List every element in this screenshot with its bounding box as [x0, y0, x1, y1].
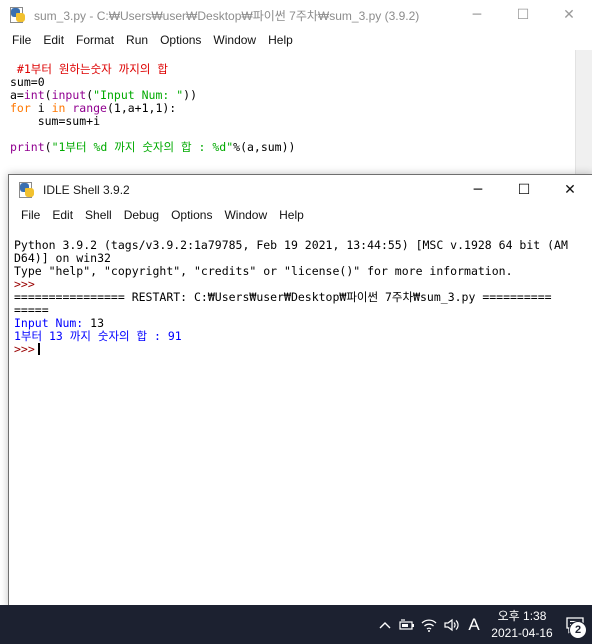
menu-options[interactable]: Options: [154, 30, 207, 50]
menu-format[interactable]: Format: [70, 30, 120, 50]
shell-window-controls: ─ ☐ ✕: [455, 175, 592, 205]
code-text: %(a,sum)): [233, 140, 296, 154]
clock[interactable]: 오후 1:38 2021-04-16: [486, 608, 558, 642]
minimize-button[interactable]: ─: [454, 0, 500, 30]
shell-line: 1부터 13 까지 숫자의 합 : 91: [14, 330, 592, 343]
clock-time: 오후 1:38: [497, 608, 547, 623]
shell-banner: Type "help", "copyright", "credits" or "…: [14, 264, 513, 278]
shell-output[interactable]: Python 3.9.2 (tags/v3.9.2:1a79785, Feb 1…: [9, 226, 592, 606]
code-line: print("1부터 %d 까지 숫자의 합 : %d"%(a,sum)): [0, 141, 576, 154]
menu-help[interactable]: Help: [262, 30, 299, 50]
shell-prompt: >>>: [14, 277, 35, 291]
shell-banner: Python 3.9.2 (tags/v3.9.2:1a79785, Feb 1…: [14, 238, 568, 252]
code-text: (: [44, 88, 52, 102]
maximize-button[interactable]: ☐: [501, 175, 547, 205]
notification-count-badge: 2: [569, 621, 587, 639]
menu-window[interactable]: Window: [207, 30, 262, 50]
wifi-icon[interactable]: [418, 605, 440, 644]
code-builtin: input: [51, 88, 87, 102]
menu-file[interactable]: File: [6, 30, 37, 50]
code-builtin: int: [23, 88, 45, 102]
code-line: sum=sum+i: [0, 115, 576, 128]
result-output: 1부터 13 까지 숫자의 합 : 91: [14, 329, 182, 343]
editor-window: sum_3.py - C:₩Users₩user₩Desktop₩파이썬 7주차…: [0, 0, 592, 200]
editor-titlebar[interactable]: sum_3.py - C:₩Users₩user₩Desktop₩파이썬 7주차…: [0, 0, 592, 30]
volume-icon[interactable]: [440, 605, 462, 644]
code-text: )): [183, 88, 198, 102]
chevron-up-icon[interactable]: [374, 605, 396, 644]
code-string: "Input Num: ": [93, 88, 184, 102]
menu-edit[interactable]: Edit: [46, 205, 79, 225]
shell-line: >>>: [14, 343, 592, 356]
editor-title: sum_3.py - C:₩Users₩user₩Desktop₩파이썬 7주차…: [34, 8, 420, 23]
code-text: (1,a+1,1):: [106, 101, 177, 115]
clock-date: 2021-04-16: [491, 625, 553, 640]
idle-shell-icon: [19, 182, 35, 198]
code-builtin: print: [10, 140, 45, 154]
close-button[interactable]: ✕: [546, 0, 592, 30]
maximize-button[interactable]: ☐: [500, 0, 546, 30]
shell-window: IDLE Shell 3.9.2 ─ ☐ ✕ File Edit Shell D…: [8, 174, 592, 607]
editor-window-controls: ─ ☐ ✕: [454, 0, 592, 30]
system-tray: A 오후 1:38 2021-04-16 2: [374, 605, 592, 644]
code-keyword: in: [51, 101, 66, 115]
code-line: #1부터 원하는숫자 까지의 합: [0, 63, 576, 76]
shell-prompt: >>>: [14, 342, 35, 356]
shell-titlebar[interactable]: IDLE Shell 3.9.2 ─ ☐ ✕: [9, 175, 592, 205]
input-prompt-text: Input Num:: [14, 316, 91, 330]
code-text: (: [44, 140, 52, 154]
menu-options[interactable]: Options: [165, 205, 218, 225]
editor-menubar: File Edit Format Run Options Window Help: [0, 30, 592, 50]
code-string: "1부터 %d 까지 숫자의 합 : %d": [51, 140, 234, 154]
shell-title: IDLE Shell 3.9.2: [43, 183, 130, 197]
code-text: sum=0: [10, 75, 45, 89]
shell-menubar: File Edit Shell Debug Options Window Hel…: [9, 205, 592, 225]
menu-edit[interactable]: Edit: [37, 30, 70, 50]
input-value: 13: [90, 316, 105, 330]
menu-shell[interactable]: Shell: [79, 205, 118, 225]
shell-banner: D64)] on win32: [14, 251, 111, 265]
close-button[interactable]: ✕: [547, 175, 592, 205]
menu-debug[interactable]: Debug: [118, 205, 165, 225]
python-file-icon: [10, 7, 26, 23]
menu-window[interactable]: Window: [218, 205, 273, 225]
code-comment: #1부터 원하는숫자 까지의 합: [10, 62, 168, 76]
menu-help[interactable]: Help: [273, 205, 310, 225]
menu-file[interactable]: File: [15, 205, 46, 225]
code-keyword: for: [10, 101, 31, 115]
battery-icon[interactable]: [396, 605, 418, 644]
code-text: sum=sum+i: [10, 114, 101, 128]
code-text: i: [30, 101, 52, 115]
code-text: a=: [10, 88, 24, 102]
text-cursor: [37, 343, 40, 355]
shell-line: Type "help", "copyright", "credits" or "…: [14, 265, 592, 278]
menu-run[interactable]: Run: [120, 30, 154, 50]
restart-banner: =====: [14, 303, 49, 317]
shell-line: ================ RESTART: C:₩Users₩user₩…: [14, 291, 592, 304]
ime-indicator[interactable]: A: [462, 615, 486, 635]
minimize-button[interactable]: ─: [455, 175, 501, 205]
taskbar: A 오후 1:38 2021-04-16 2: [0, 605, 592, 644]
desktop-screen: sum_3.py - C:₩Users₩user₩Desktop₩파이썬 7주차…: [0, 0, 592, 644]
code-builtin: range: [72, 101, 107, 115]
notification-center-button[interactable]: 2: [558, 605, 592, 644]
restart-banner: ================ RESTART: C:₩Users₩user₩…: [14, 290, 552, 304]
